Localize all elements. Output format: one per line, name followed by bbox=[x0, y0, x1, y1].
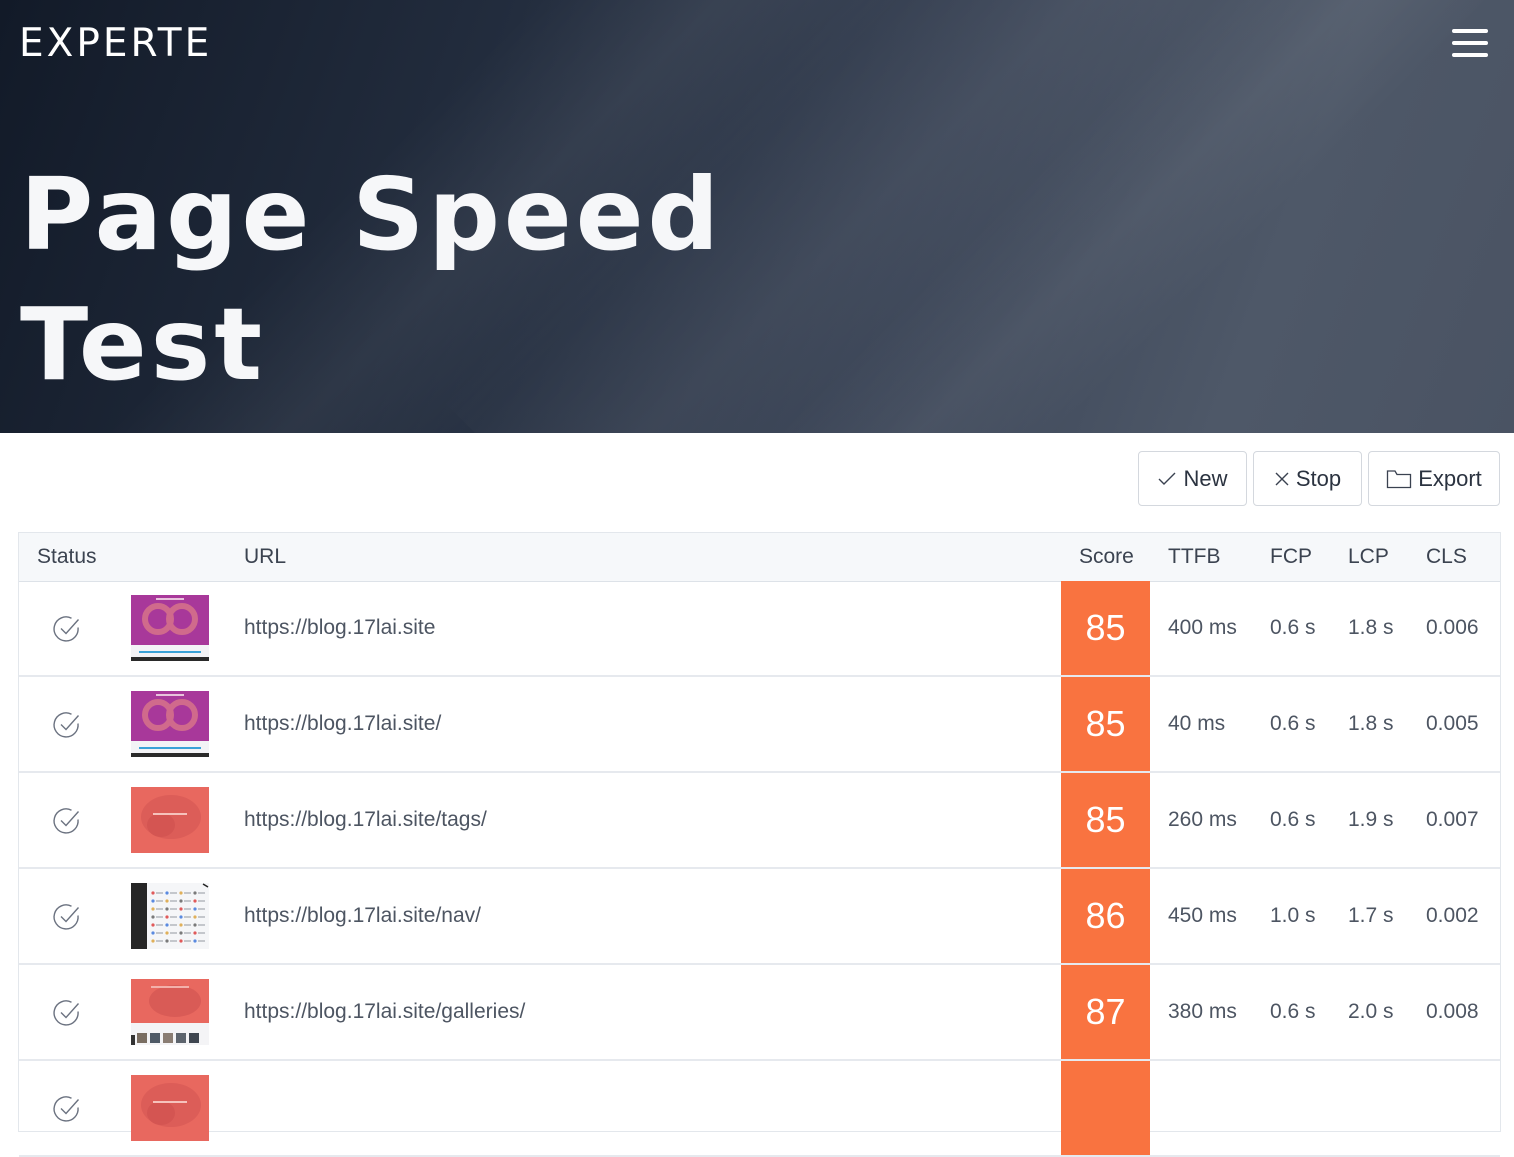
check-circle-icon bbox=[52, 902, 82, 932]
checkmark-icon bbox=[1157, 471, 1177, 487]
row-url[interactable]: https://blog.17lai.site bbox=[244, 581, 435, 675]
row-url[interactable]: https://blog.17lai.site/ bbox=[244, 677, 441, 771]
row-fcp: 0.6 s bbox=[1270, 712, 1316, 735]
row-fcp: 1.0 s bbox=[1270, 904, 1316, 927]
hamburger-menu-icon[interactable] bbox=[1450, 26, 1490, 60]
page-title-line-2: Test bbox=[20, 286, 267, 403]
export-button-label: Export bbox=[1418, 465, 1482, 491]
row-lcp: 1.7 s bbox=[1348, 904, 1394, 927]
row-lcp: 2.0 s bbox=[1348, 1000, 1394, 1023]
row-fcp: 0.6 s bbox=[1270, 1000, 1316, 1023]
x-close-icon bbox=[1274, 471, 1290, 487]
row-fcp: 0.6 s bbox=[1270, 808, 1316, 831]
check-circle-icon bbox=[52, 614, 82, 644]
row-cls: 0.002 bbox=[1426, 904, 1479, 927]
export-button[interactable]: Export bbox=[1368, 451, 1500, 506]
row-score: 85 bbox=[1061, 581, 1150, 675]
page-screenshot-thumbnail[interactable] bbox=[131, 883, 209, 949]
row-score: 85 bbox=[1061, 677, 1150, 771]
row-url[interactable]: https://blog.17lai.site/tags/ bbox=[244, 773, 487, 867]
table-header: Status URL Score TTFB FCP LCP CLS bbox=[19, 533, 1500, 582]
row-lcp: 1.9 s bbox=[1348, 808, 1394, 831]
column-header-ttfb[interactable]: TTFB bbox=[1168, 545, 1221, 569]
experte-logo[interactable]: EXPERTE bbox=[19, 22, 212, 66]
table-row[interactable]: https://blog.17lai.site/galleries/ 87 38… bbox=[19, 965, 1500, 1061]
column-header-fcp[interactable]: FCP bbox=[1270, 545, 1312, 569]
check-circle-icon bbox=[52, 710, 82, 740]
stop-button-label: Stop bbox=[1295, 465, 1342, 491]
hero-banner: EXPERTE Page Speed Test bbox=[0, 0, 1514, 433]
table-row[interactable]: https://blog.17lai.site 85 400 ms 0.6 s … bbox=[19, 581, 1500, 677]
stop-button[interactable]: Stop bbox=[1253, 451, 1362, 506]
row-lcp: 1.8 s bbox=[1348, 616, 1394, 639]
row-ttfb: 260 ms bbox=[1168, 808, 1237, 831]
row-url[interactable]: https://blog.17lai.site/nav/ bbox=[244, 869, 481, 963]
column-header-score[interactable]: Score bbox=[1079, 545, 1134, 569]
row-lcp: 1.8 s bbox=[1348, 712, 1394, 735]
column-header-lcp[interactable]: LCP bbox=[1348, 545, 1389, 569]
row-cls: 0.005 bbox=[1426, 712, 1479, 735]
page-screenshot-thumbnail[interactable] bbox=[131, 691, 209, 757]
folder-icon bbox=[1386, 469, 1412, 489]
page-title: Page Speed Test bbox=[20, 150, 723, 410]
page-screenshot-thumbnail[interactable] bbox=[131, 1075, 209, 1141]
column-header-url[interactable]: URL bbox=[244, 545, 286, 569]
column-header-cls[interactable]: CLS bbox=[1426, 545, 1467, 569]
column-header-status[interactable]: Status bbox=[37, 545, 97, 569]
table-row[interactable]: https://blog.17lai.site/nav/ 86 450 ms 1… bbox=[19, 869, 1500, 965]
row-score: 86 bbox=[1061, 869, 1150, 963]
table-row[interactable]: https://blog.17lai.site/ 85 40 ms 0.6 s … bbox=[19, 677, 1500, 773]
page-screenshot-thumbnail[interactable] bbox=[131, 595, 209, 661]
check-circle-icon bbox=[52, 806, 82, 836]
new-button[interactable]: New bbox=[1138, 451, 1247, 506]
row-ttfb: 400 ms bbox=[1168, 616, 1237, 639]
row-fcp: 0.6 s bbox=[1270, 616, 1316, 639]
row-cls: 0.008 bbox=[1426, 1000, 1479, 1023]
row-ttfb: 450 ms bbox=[1168, 904, 1237, 927]
row-cls: 0.007 bbox=[1426, 808, 1479, 831]
page-screenshot-thumbnail[interactable] bbox=[131, 979, 209, 1045]
row-cls: 0.006 bbox=[1426, 616, 1479, 639]
row-ttfb: 40 ms bbox=[1168, 712, 1226, 735]
row-score: 87 bbox=[1061, 965, 1150, 1059]
row-ttfb: 380 ms bbox=[1168, 1000, 1237, 1023]
table-row[interactable]: https://blog.17lai.site/tags/ 85 260 ms … bbox=[19, 773, 1500, 869]
row-score bbox=[1061, 1061, 1150, 1155]
check-circle-icon bbox=[52, 998, 82, 1028]
page-title-line-1: Page Speed bbox=[20, 156, 724, 273]
row-score: 85 bbox=[1061, 773, 1150, 867]
new-button-label: New bbox=[1183, 465, 1228, 491]
row-url[interactable]: https://blog.17lai.site/galleries/ bbox=[244, 965, 525, 1059]
page-screenshot-thumbnail[interactable] bbox=[131, 787, 209, 853]
results-table: Status URL Score TTFB FCP LCP CLS https:… bbox=[18, 532, 1501, 1157]
table-row[interactable] bbox=[19, 1061, 1500, 1157]
